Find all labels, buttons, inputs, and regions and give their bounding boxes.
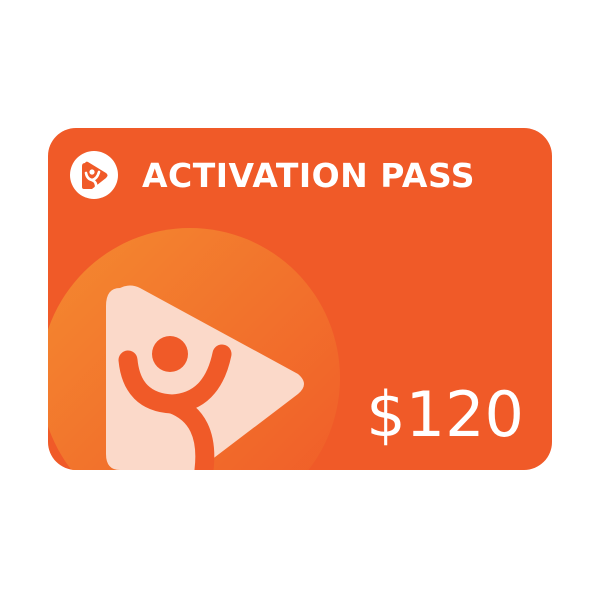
gift-card-image: ACTIVATION PASS $120 (0, 0, 600, 600)
card-amount: $120 (366, 378, 524, 451)
activation-pass-card: ACTIVATION PASS $120 (48, 128, 552, 470)
header-logo-icon (70, 151, 118, 199)
card-title: ACTIVATION PASS (142, 156, 476, 195)
